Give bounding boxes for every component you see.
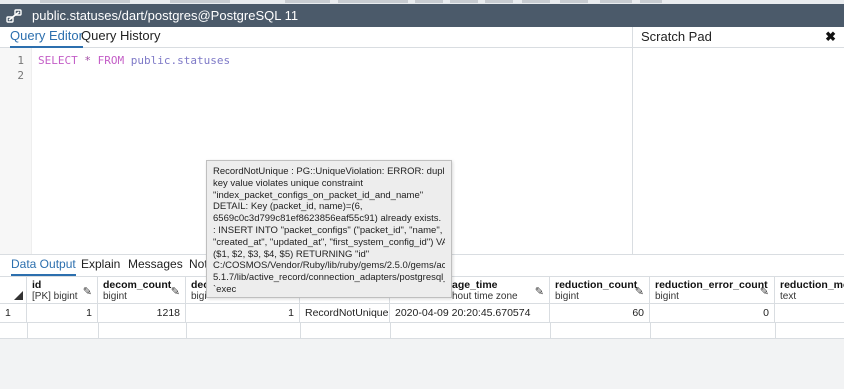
tooltip-line: 5.1.7/lib/active_record/connection_adapt… (213, 272, 445, 284)
tab-data-output[interactable]: Data Output (11, 256, 76, 276)
column-header[interactable]: reduction_mes text (775, 277, 844, 304)
query-tool-titlebar: public.statuses/dart/postgres@PostgreSQL… (0, 4, 844, 27)
tooltip-line: `exec (213, 283, 237, 295)
line-number: 1 (17, 54, 24, 67)
select-all-icon (14, 291, 23, 300)
table-cell[interactable]: 1 (186, 304, 300, 323)
column-type: bigint (655, 291, 679, 302)
tab-notifications[interactable]: Not (189, 256, 208, 276)
tab-explain[interactable]: Explain (81, 256, 120, 276)
close-icon[interactable]: ✖ (825, 29, 836, 45)
column-header[interactable]: reduction_count bigint ✎ (550, 277, 650, 304)
tooltip-line: "index_packet_configs_on_packet_id_and_n… (213, 189, 424, 201)
tooltip-line: key value violates unique constraint (213, 177, 363, 189)
scratch-pad-textarea[interactable] (632, 48, 844, 254)
column-type: hout time zone (452, 291, 518, 302)
column-name: reduction_error_count (655, 279, 768, 291)
sql-table-name: public.statuses (130, 54, 231, 67)
line-number: 2 (17, 69, 24, 82)
tab-query-editor[interactable]: Query Editor (10, 27, 83, 48)
tooltip-line: RecordNotUnique : PG::UniqueViolation: E… (213, 166, 445, 177)
tooltip-line: DETAIL: Key (packet_id, name)=(6, (213, 201, 363, 213)
table-cell[interactable]: 2020-04-09 20:20:45.670574 (390, 304, 550, 323)
column-name: id (32, 279, 42, 291)
pencil-icon[interactable]: ✎ (535, 285, 544, 298)
column-name: age_time (452, 279, 498, 291)
connection-icon (0, 4, 28, 27)
sql-keyword: FROM (97, 54, 125, 67)
table-cell[interactable]: 1 (27, 304, 98, 323)
sql-keyword: SELECT (38, 54, 78, 67)
column-name: decom_count (103, 279, 172, 291)
table-cell[interactable]: 0 (650, 304, 775, 323)
empty-row (0, 323, 844, 339)
tooltip-line: : INSERT INTO "packet_configs" ("packet_… (213, 224, 443, 236)
tab-messages[interactable]: Messages (128, 256, 183, 276)
cell-value-tooltip: RecordNotUnique : PG::UniqueViolation: E… (206, 160, 452, 298)
column-type: text (780, 291, 797, 302)
tab-query-history[interactable]: Query History (81, 27, 160, 48)
line-gutter: 1 2 (0, 48, 32, 254)
tooltip-line: 6569c0c3d799c81ef8623856eaf55c91) alread… (213, 213, 442, 225)
column-header[interactable]: decom_count bigint ✎ (98, 277, 186, 304)
pencil-icon[interactable]: ✎ (635, 285, 644, 298)
tooltip-line: ($1, $2, $3, $4, $5) RETURNING "id" (213, 248, 370, 260)
sql-query-line: SELECT * FROM public.statuses (38, 54, 230, 67)
sql-star: * (84, 54, 91, 67)
column-name: reduction_count (555, 279, 638, 291)
column-header[interactable]: reduction_error_count bigint ✎ (650, 277, 775, 304)
pencil-icon[interactable]: ✎ (171, 285, 180, 298)
table-cell[interactable]: 1218 (98, 304, 186, 323)
column-type: [PK] bigint (32, 291, 78, 302)
row-number[interactable]: 1 (0, 304, 27, 323)
column-type: bigi (191, 291, 207, 302)
grid-corner[interactable] (0, 277, 27, 304)
pencil-icon[interactable]: ✎ (83, 285, 92, 298)
table-cell[interactable] (775, 304, 844, 323)
column-type: bigint (103, 291, 127, 302)
column-type: bigint (555, 291, 579, 302)
column-name: reduction_mes (780, 279, 844, 291)
tooltip-line: C:/COSMOS/Vendor/Ruby/lib/ruby/gems/2.5.… (213, 260, 445, 272)
scratch-pad-title: Scratch Pad (641, 29, 712, 44)
tooltip-line: "created_at", "updated_at", "first_syste… (213, 236, 445, 248)
column-header[interactable]: id [PK] bigint ✎ (27, 277, 98, 304)
window-title: public.statuses/dart/postgres@PostgreSQL… (32, 8, 299, 23)
table-cell[interactable]: 60 (550, 304, 650, 323)
table-cell[interactable]: RecordNotUnique : ... (300, 304, 390, 323)
pencil-icon[interactable]: ✎ (760, 285, 769, 298)
scratch-pad-header: Scratch Pad ✖ (632, 27, 844, 48)
